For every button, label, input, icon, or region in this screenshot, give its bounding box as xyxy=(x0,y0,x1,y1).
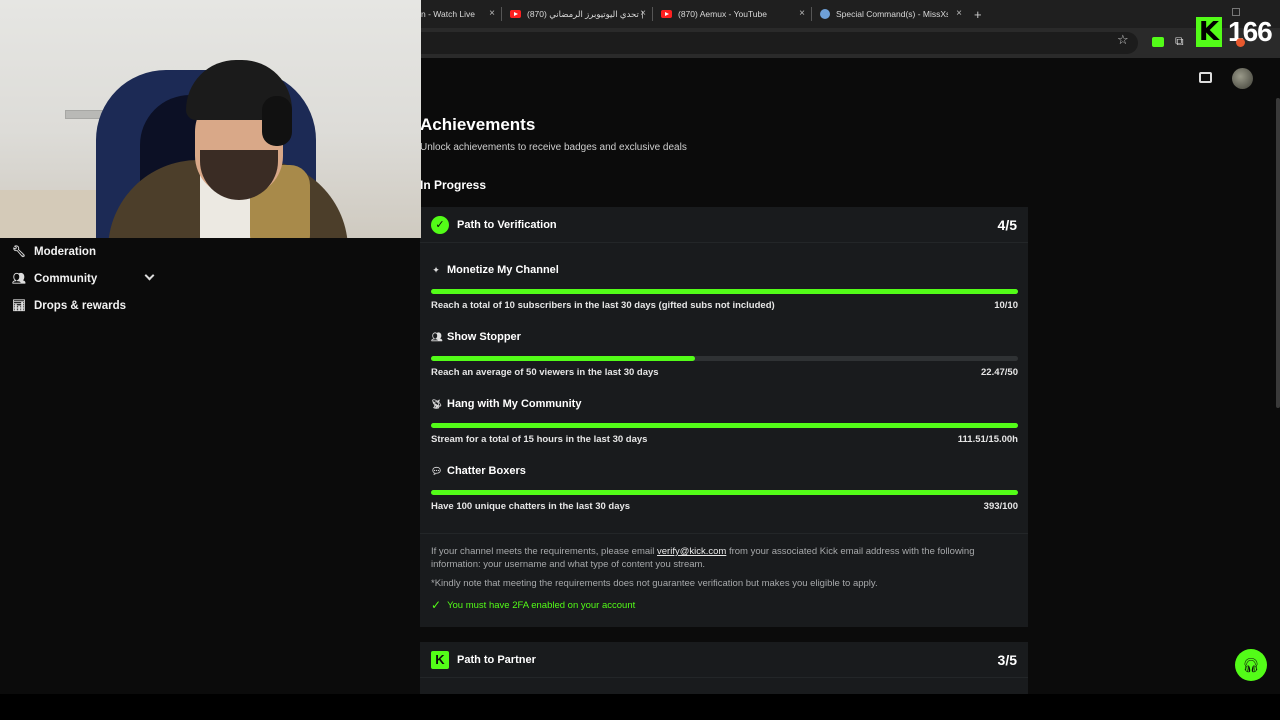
new-tab-button[interactable]: + xyxy=(974,7,982,22)
task-title: 📡︎ Hang with My Community xyxy=(431,397,1018,411)
progress-bar xyxy=(431,289,1018,294)
task-description: Reach an average of 50 viewers in the la… xyxy=(431,367,659,378)
sparkle-icon: ✦ xyxy=(432,264,440,275)
sidebar-item-label: Moderation xyxy=(34,245,96,258)
users-icon: 👥︎ xyxy=(431,331,443,342)
tab-close-icon[interactable]: × xyxy=(799,8,805,19)
bookmark-star-icon[interactable]: ☆ xyxy=(1117,32,1129,48)
progress-bar xyxy=(431,490,1018,495)
youtube-icon xyxy=(661,10,672,18)
live-dot-icon xyxy=(1236,38,1245,47)
partner-card-header[interactable]: K Path to Partner 3/5 xyxy=(420,642,1028,678)
chat-icon: 💬︎ xyxy=(431,465,443,476)
verification-note: If your channel meets the requirements, … xyxy=(431,545,1021,571)
tab-close-icon[interactable]: × xyxy=(640,8,646,19)
progress-fill xyxy=(431,490,1018,495)
tab-close-icon[interactable]: × xyxy=(956,8,962,19)
card-score: 4/5 xyxy=(997,217,1017,233)
extensions-puzzle-icon[interactable]: ⧉ xyxy=(1175,34,1184,49)
achievement-task: 👥︎ Show Stopper Reach an average of 50 v… xyxy=(431,330,1018,378)
browser-tab[interactable]: (870) تحدي اليوتيوبرز الرمضاني | × xyxy=(502,0,652,28)
task-title: 💬︎ Chatter Boxers xyxy=(431,464,1018,478)
headphones xyxy=(262,96,292,146)
browser-tab-bar: n - Watch Live × (870) تحدي اليوتيوبرز ا… xyxy=(421,0,1280,28)
task-description: Stream for a total of 15 hours in the la… xyxy=(431,434,648,445)
broadcast-icon: 📡︎ xyxy=(431,398,443,409)
task-title: ✦ Monetize My Channel xyxy=(431,263,1018,277)
achievement-task: 💬︎ Chatter Boxers Have 100 unique chatte… xyxy=(431,464,1018,512)
wrench-icon: 🔧︎ xyxy=(12,246,26,258)
task-description: Reach a total of 10 subscribers in the l… xyxy=(431,300,775,311)
globe-icon xyxy=(820,9,830,19)
browser-tab[interactable]: Special Command(s) - MissXss × xyxy=(812,0,968,28)
task-value: 393/100 xyxy=(983,501,1018,512)
progress-fill xyxy=(431,423,1018,428)
card-divider xyxy=(420,533,1028,534)
requirement-2fa: ✓ You must have 2FA enabled on your acco… xyxy=(431,598,635,612)
wall-outlet xyxy=(65,110,103,119)
progress-fill xyxy=(431,289,1018,294)
verification-disclaimer: *Kindly note that meeting the requiremen… xyxy=(431,578,878,589)
requirement-label: You must have 2FA enabled on your accoun… xyxy=(447,599,636,611)
sidebar-item-moderation[interactable]: 🔧︎ Moderation xyxy=(0,238,180,265)
achievement-task: ✦ Monetize My Channel Reach a total of 1… xyxy=(431,263,1018,311)
verify-email-link[interactable]: verify@kick.com xyxy=(657,546,726,557)
kick-extension-icon[interactable] xyxy=(1152,37,1164,47)
card-title: Path to Partner xyxy=(457,653,536,666)
webcam-overlay xyxy=(0,0,421,238)
kick-logo-icon: K xyxy=(1196,17,1222,47)
verification-card-header[interactable]: ✓ Path to Verification 4/5 xyxy=(420,207,1028,243)
task-title-label: Hang with My Community xyxy=(447,398,582,410)
letterbox-bar xyxy=(0,694,1280,720)
task-description: Have 100 unique chatters in the last 30 … xyxy=(431,501,631,512)
sidebar-item-drops-rewards[interactable]: 📊︎ Drops & rewards xyxy=(0,292,180,319)
kick-logo-icon: K xyxy=(431,650,449,669)
task-value: 10/10 xyxy=(994,300,1018,311)
task-value: 111.51/15.00h xyxy=(957,434,1018,445)
scrollbar[interactable] xyxy=(1276,98,1280,408)
support-headset-button[interactable]: 🎧︎ xyxy=(1235,649,1267,681)
window-restore-icon[interactable] xyxy=(1232,8,1240,16)
tab-title: (870) Aemux - YouTube xyxy=(678,9,767,19)
viewer-count: 166 xyxy=(1228,16,1273,47)
task-value: 22.47/50 xyxy=(981,367,1018,378)
tab-close-icon[interactable]: × xyxy=(489,8,495,19)
avatar[interactable] xyxy=(1232,68,1253,89)
task-title: 👥︎ Show Stopper xyxy=(431,330,1018,344)
page-title: Achievements xyxy=(420,115,536,134)
checkmark-icon: ✓ xyxy=(431,598,442,612)
youtube-icon xyxy=(510,10,521,18)
sidebar-item-community[interactable]: 👥︎ Community xyxy=(0,265,180,292)
task-title-label: Show Stopper xyxy=(447,331,521,343)
verification-card: ✓ Path to Verification 4/5 ✦ Monetize My… xyxy=(420,207,1028,627)
card-score: 3/5 xyxy=(997,652,1017,668)
browser-address-bar: ☆ ⧉ xyxy=(421,28,1280,58)
progress-bar xyxy=(431,423,1018,428)
url-input[interactable] xyxy=(421,32,1138,54)
browser-tab[interactable]: (870) Aemux - YouTube × xyxy=(653,0,811,28)
page-subtitle: Unlock achievements to receive badges an… xyxy=(420,142,687,153)
chevron-down-icon[interactable] xyxy=(144,270,155,281)
users-icon: 👥︎ xyxy=(12,273,26,285)
sidebar: 🔧︎ Moderation 👥︎ Community 📊︎ Drops & re… xyxy=(0,238,180,319)
section-title: In Progress xyxy=(420,178,487,192)
progress-fill xyxy=(431,356,695,361)
tab-title: n - Watch Live xyxy=(421,9,476,19)
tab-title: (870) تحدي اليوتيوبرز الرمضاني | xyxy=(527,8,644,19)
partner-card: K Path to Partner 3/5 xyxy=(420,642,1028,694)
task-title-label: Monetize My Channel xyxy=(447,264,559,276)
progress-bar xyxy=(431,356,1018,361)
sidebar-item-label: Drops & rewards xyxy=(34,299,127,312)
gift-icon[interactable] xyxy=(1199,72,1212,83)
task-title-label: Chatter Boxers xyxy=(447,465,526,477)
gift-chart-icon: 📊︎ xyxy=(12,300,26,312)
browser-tab[interactable]: n - Watch Live × xyxy=(421,0,501,28)
verified-check-icon: ✓ xyxy=(431,215,449,234)
kick-viewer-counter: K 166 xyxy=(1196,16,1273,48)
achievement-task: 📡︎ Hang with My Community Stream for a t… xyxy=(431,397,1018,445)
tab-title: Special Command(s) - MissXss xyxy=(836,9,948,19)
sidebar-item-label: Community xyxy=(34,272,98,285)
card-title: Path to Verification xyxy=(457,218,557,231)
note-prefix: If your channel meets the requirements, … xyxy=(431,546,658,557)
